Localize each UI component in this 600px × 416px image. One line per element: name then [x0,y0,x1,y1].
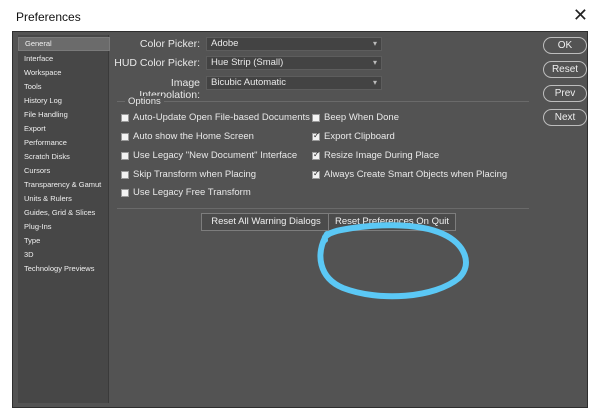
sidebar-item-plug-ins[interactable]: Plug-Ins [18,220,110,234]
skip-transform-label: Skip Transform when Placing [133,169,257,180]
chevron-down-icon: ▾ [372,78,377,87]
sidebar-item-history-log[interactable]: History Log [18,94,110,108]
legacy-free-transform-label: Use Legacy Free Transform [133,187,251,198]
sidebar-item-interface[interactable]: Interface [18,52,110,66]
auto-update-label: Auto-Update Open File-based Documents [133,112,310,123]
sidebar-item-file-handling[interactable]: File Handling [18,108,110,122]
sidebar-item-transparency-gamut[interactable]: Transparency & Gamut [18,178,110,192]
export-clipboard-checkbox[interactable] [312,131,320,141]
prev-button[interactable]: Prev [543,85,587,102]
options-title: Options [125,96,164,107]
sidebar-item-general[interactable]: General [18,37,110,51]
smart-objects-label: Always Create Smart Objects when Placing [324,169,508,180]
image-interpolation-select[interactable]: Bicubic Automatic ▾ [206,76,382,90]
smart-objects-checkbox[interactable] [312,169,320,179]
sidebar-item-tools[interactable]: Tools [18,80,110,94]
export-clipboard-label: Export Clipboard [324,131,395,142]
sidebar-item-performance[interactable]: Performance [18,136,110,150]
sidebar-item-technology-previews[interactable]: Technology Previews [18,262,110,276]
sidebar-item-3d[interactable]: 3D [18,248,110,262]
auto-show-home-checkbox[interactable] [121,133,129,141]
window-title: Preferences [16,10,81,24]
preferences-dialog: General Interface Workspace Tools Histor… [12,31,588,408]
chevron-down-icon: ▾ [372,39,377,48]
ok-button[interactable]: OK [543,37,587,54]
sidebar-item-guides-grid-slices[interactable]: Guides, Grid & Slices [18,206,110,220]
beep-when-done-checkbox[interactable] [312,114,320,122]
color-picker-select[interactable]: Adobe ▾ [206,37,382,51]
close-icon[interactable]: ✕ [573,5,588,26]
sidebar-item-export[interactable]: Export [18,122,110,136]
sidebar-item-workspace[interactable]: Workspace [18,66,110,80]
hud-color-picker-value: Hue Strip (Small) [211,57,284,68]
legacy-free-transform-checkbox[interactable] [121,189,129,197]
hud-color-picker-label: HUD Color Picker: [114,57,200,69]
highlight-annotation-circle [317,222,469,300]
skip-transform-checkbox[interactable] [121,171,129,179]
resize-image-checkbox[interactable] [312,150,320,160]
window-titlebar: Preferences ✕ [0,0,600,34]
sidebar: General Interface Workspace Tools Histor… [18,35,110,403]
sidebar-item-scratch-disks[interactable]: Scratch Disks [18,150,110,164]
color-picker-label: Color Picker: [139,38,200,50]
beep-when-done-label: Beep When Done [324,112,399,123]
reset-preferences-button[interactable]: Reset Preferences On Quit [328,213,456,231]
legacy-new-doc-label: Use Legacy "New Document" Interface [133,150,298,161]
legacy-new-doc-checkbox[interactable] [121,152,129,160]
sidebar-item-units-rulers[interactable]: Units & Rulers [18,192,110,206]
resize-image-label: Resize Image During Place [324,150,440,161]
sidebar-item-type[interactable]: Type [18,234,110,248]
sidebar-item-cursors[interactable]: Cursors [18,164,110,178]
hud-color-picker-select[interactable]: Hue Strip (Small) ▾ [206,56,382,70]
reset-button[interactable]: Reset [543,61,587,78]
auto-update-checkbox[interactable] [121,114,129,122]
image-interpolation-value: Bicubic Automatic [211,77,286,88]
auto-show-home-label: Auto show the Home Screen [133,131,254,142]
next-button[interactable]: Next [543,109,587,126]
chevron-down-icon: ▾ [372,58,377,67]
reset-warning-dialogs-button[interactable]: Reset All Warning Dialogs [201,213,331,231]
color-picker-value: Adobe [211,38,239,49]
